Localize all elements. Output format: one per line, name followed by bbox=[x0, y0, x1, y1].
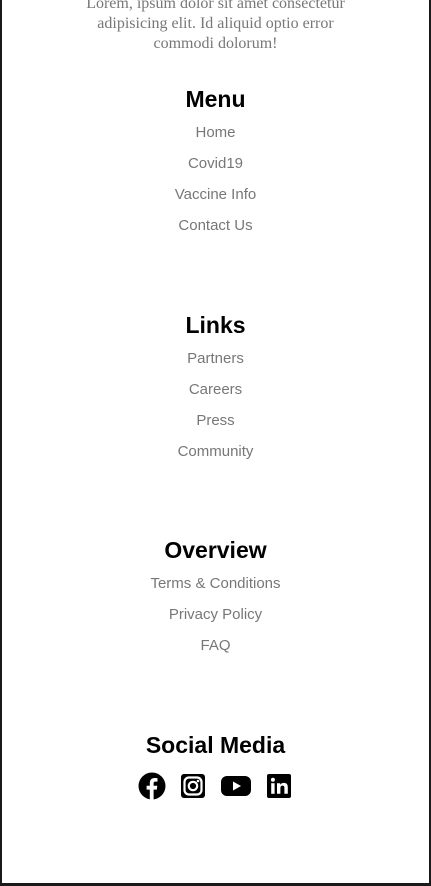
link-press[interactable]: Press bbox=[196, 412, 234, 429]
social-section: Social Media bbox=[2, 731, 429, 800]
list-item: Contact Us bbox=[2, 210, 429, 241]
links-section: Links Partners Careers Press Community bbox=[2, 311, 429, 467]
link-faq[interactable]: FAQ bbox=[200, 637, 230, 654]
menu-link-vaccine-info[interactable]: Vaccine Info bbox=[175, 186, 256, 203]
list-item: Terms & Conditions bbox=[2, 568, 429, 599]
overview-heading: Overview bbox=[164, 537, 267, 563]
list-item: Community bbox=[2, 436, 429, 467]
linkedin-icon[interactable] bbox=[265, 772, 293, 800]
list-item: Privacy Policy bbox=[2, 599, 429, 630]
footer-description: Lorem, ipsum dolor sit amet consectetur … bbox=[86, 0, 345, 52]
social-icons bbox=[2, 772, 429, 800]
links-list: Partners Careers Press Community bbox=[2, 343, 429, 467]
social-heading: Social Media bbox=[145, 732, 286, 758]
link-community[interactable]: Community bbox=[178, 443, 254, 460]
menu-link-contact-us[interactable]: Contact Us bbox=[178, 217, 252, 234]
youtube-icon[interactable] bbox=[220, 772, 252, 800]
link-careers[interactable]: Careers bbox=[189, 381, 242, 398]
footer: Lorem, ipsum dolor sit amet consectetur … bbox=[0, 0, 431, 886]
list-item: Vaccine Info bbox=[2, 179, 429, 210]
overview-list: Terms & Conditions Privacy Policy FAQ bbox=[2, 568, 429, 661]
list-item: Press bbox=[2, 405, 429, 436]
list-item: Home bbox=[2, 117, 429, 148]
menu-heading: Menu bbox=[185, 86, 246, 112]
link-privacy-policy[interactable]: Privacy Policy bbox=[169, 606, 262, 623]
facebook-icon[interactable] bbox=[138, 772, 166, 800]
list-item: Partners bbox=[2, 343, 429, 374]
menu-section: Menu Home Covid19 Vaccine Info Contact U… bbox=[2, 85, 429, 241]
list-item: Covid19 bbox=[2, 148, 429, 179]
menu-link-home[interactable]: Home bbox=[195, 124, 235, 141]
menu-link-covid19[interactable]: Covid19 bbox=[188, 155, 243, 172]
list-item: Careers bbox=[2, 374, 429, 405]
link-partners[interactable]: Partners bbox=[187, 350, 244, 367]
link-terms-conditions[interactable]: Terms & Conditions bbox=[150, 575, 280, 592]
instagram-icon[interactable] bbox=[179, 772, 207, 800]
list-item: FAQ bbox=[2, 630, 429, 661]
overview-section: Overview Terms & Conditions Privacy Poli… bbox=[2, 536, 429, 661]
links-heading: Links bbox=[185, 312, 246, 338]
menu-list: Home Covid19 Vaccine Info Contact Us bbox=[2, 117, 429, 241]
